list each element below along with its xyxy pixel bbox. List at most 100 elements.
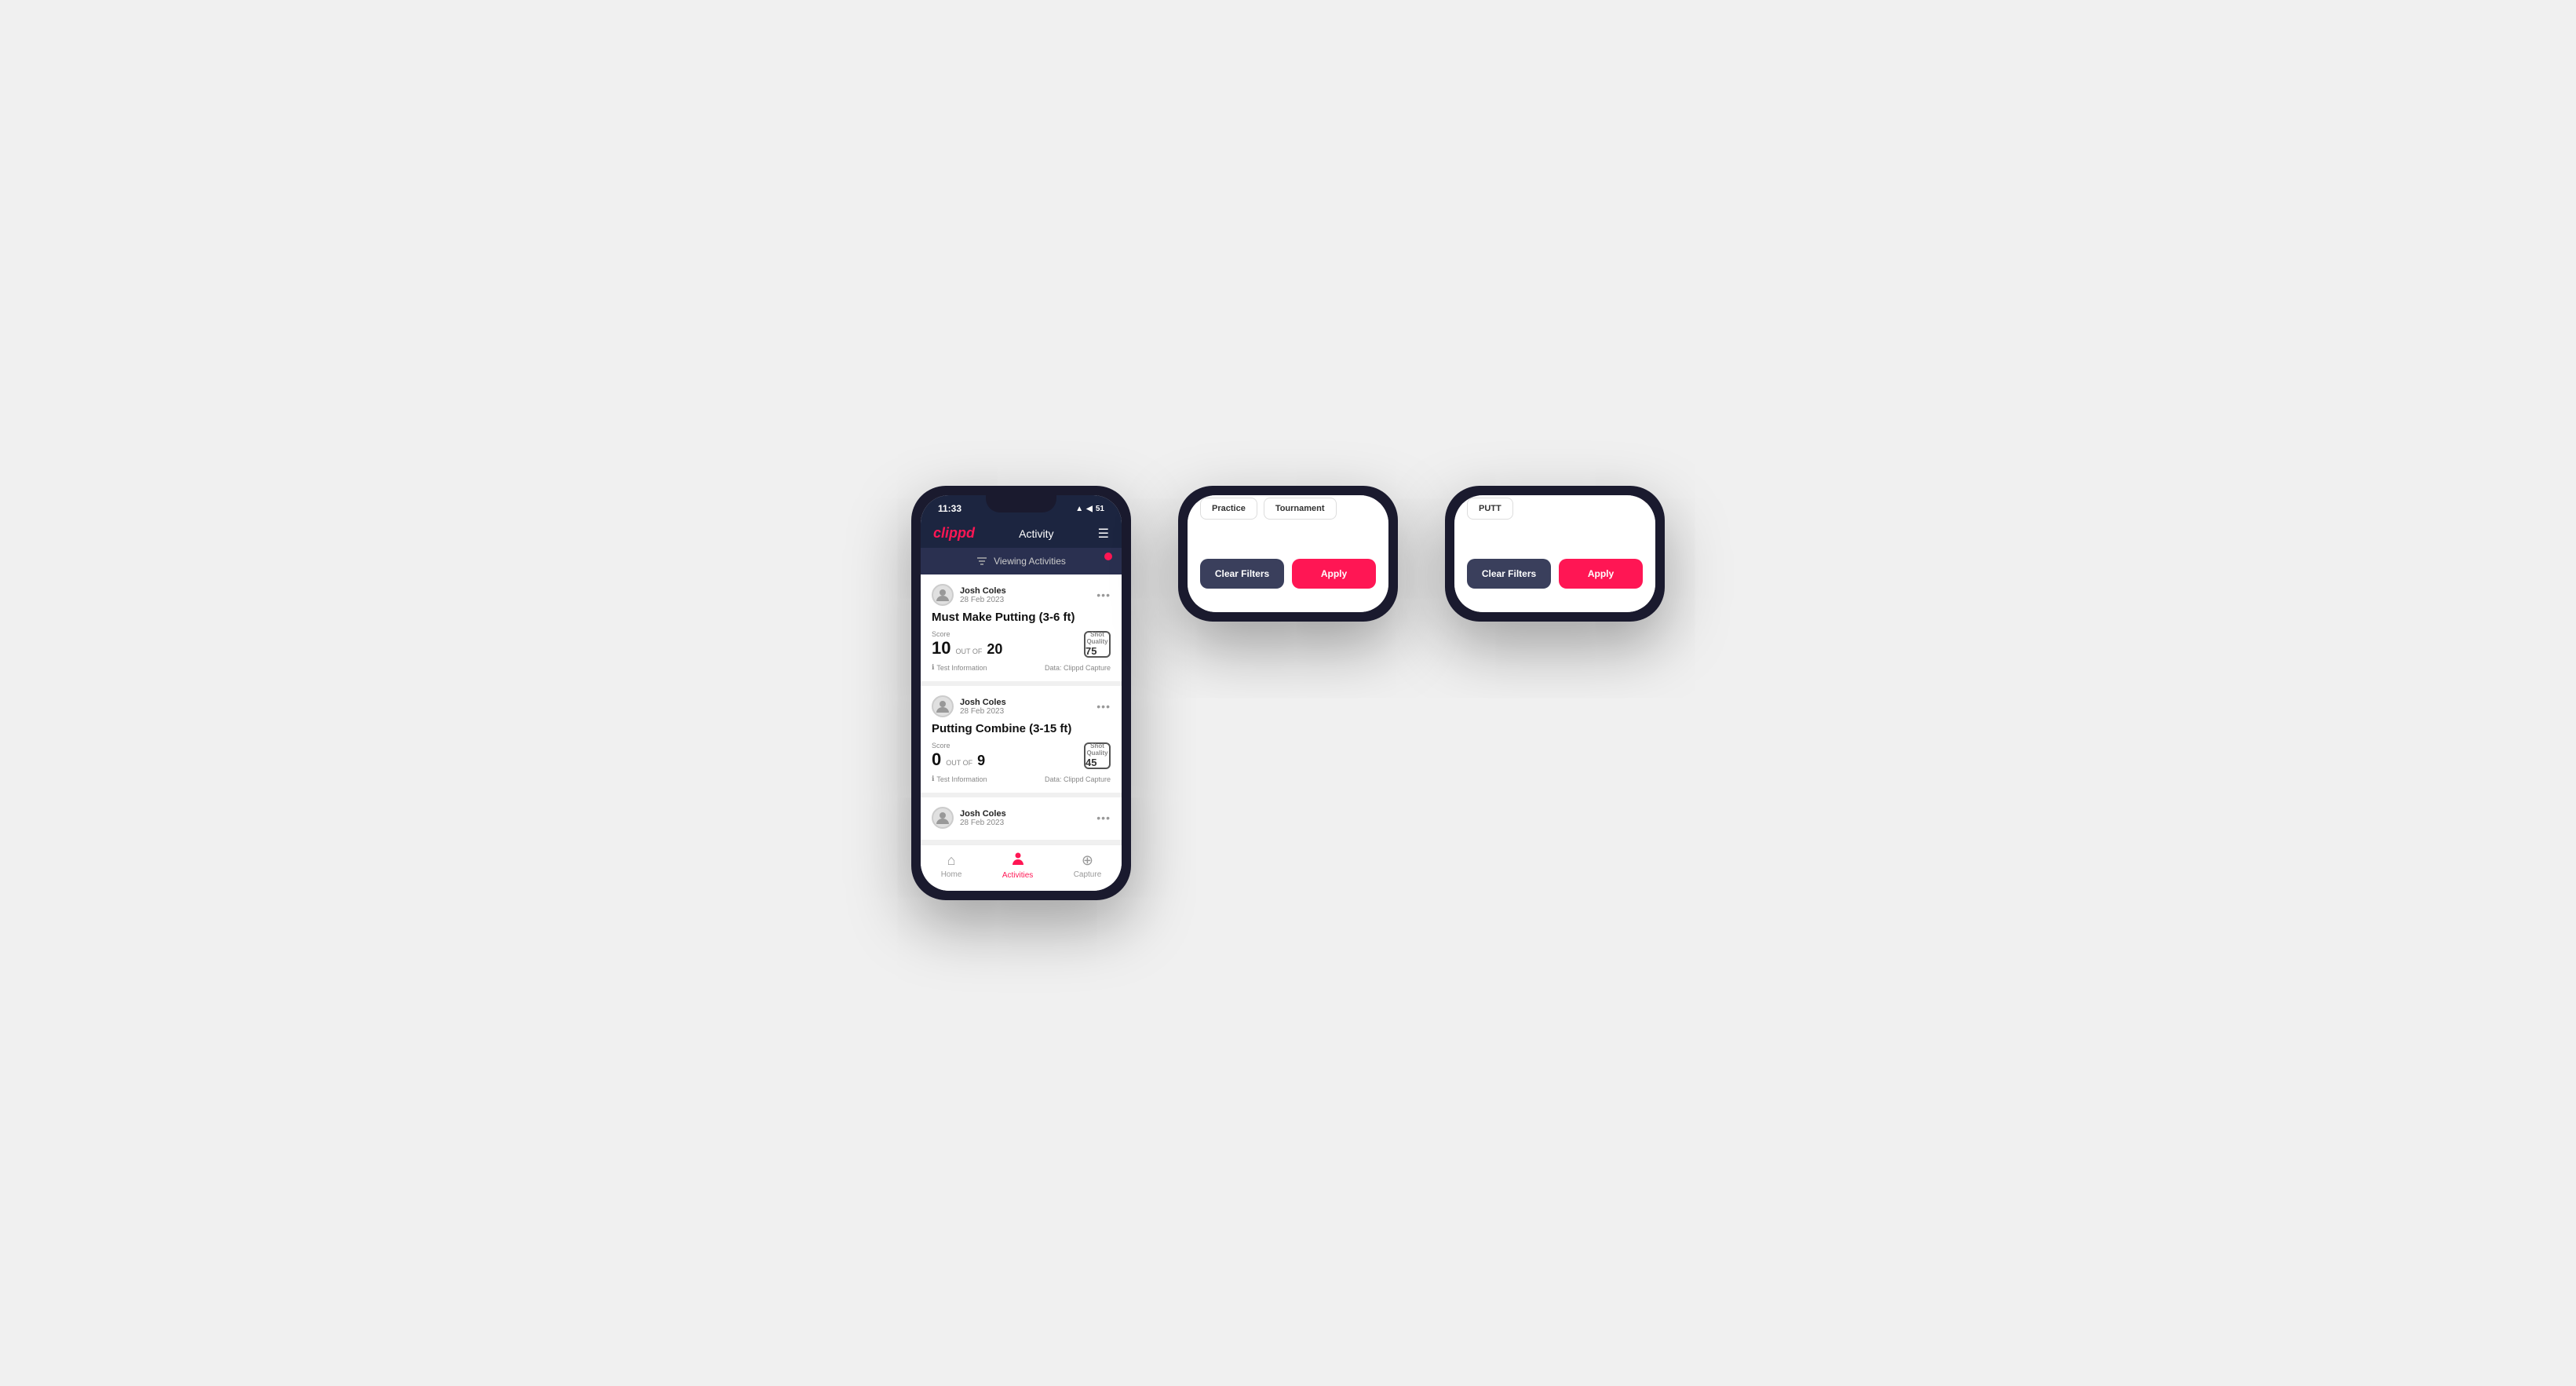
header-title-1: Activity xyxy=(1019,527,1053,540)
shot-quality-value-1: 75 xyxy=(1085,645,1109,657)
viewing-bar-1[interactable]: Viewing Activities xyxy=(921,548,1122,574)
score-section-1: Score 10 OUT OF 20 xyxy=(932,630,1002,658)
filter-body-3: Show Rounds Practice Drills Practice Dri… xyxy=(1454,495,1655,543)
out-of-2: OUT OF xyxy=(946,759,972,767)
phone-3: 11:33 ▲ ◀ 51 clippd Activity ☰ Viewing A… xyxy=(1445,486,1665,622)
phone-1-inner: 11:33 ▲ ◀ 51 clippd Activity ☰ xyxy=(921,495,1122,891)
test-info-text-1: Test Information xyxy=(936,664,987,672)
drill-type-buttons-3: OTT APP ARG PUTT xyxy=(1467,495,1643,520)
filter-sheet-3: Filter ✕ Show Rounds Practice Drills Pra… xyxy=(1454,495,1655,612)
apply-btn-2[interactable]: Apply xyxy=(1292,559,1376,589)
battery-icon: 51 xyxy=(1096,505,1104,513)
phone-2-inner: 11:33 ▲ ◀ 51 clippd Activity ☰ Viewing A… xyxy=(1188,495,1388,612)
activity-top-3: Josh Coles 28 Feb 2023 ••• xyxy=(932,807,1111,829)
activity-footer-1: ℹ Test Information Data: Clippd Capture xyxy=(932,663,1111,672)
capture-label-1: Capture xyxy=(1074,870,1102,879)
score-value-1: 10 xyxy=(932,638,950,658)
stats-row-1: Score 10 OUT OF 20 Shot Quality 75 xyxy=(932,630,1111,658)
test-info-2[interactable]: ℹ Test Information xyxy=(932,775,987,783)
user-name-3: Josh Coles xyxy=(960,809,1006,819)
putt-btn-3[interactable]: PUTT xyxy=(1467,498,1513,520)
home-label-1: Home xyxy=(941,870,962,879)
user-info-2: Josh Coles 28 Feb 2023 xyxy=(932,695,1006,717)
activity-footer-2: ℹ Test Information Data: Clippd Capture xyxy=(932,775,1111,783)
avatar-2 xyxy=(932,695,954,717)
score-value-2: 0 xyxy=(932,750,941,770)
bottom-nav-1: ⌂ Home Activities ⊕ Capture xyxy=(921,844,1122,891)
activity-item-3[interactable]: Josh Coles 28 Feb 2023 ••• xyxy=(921,797,1122,844)
practice-type-btn-2[interactable]: Practice xyxy=(1200,498,1257,520)
menu-icon-1[interactable]: ☰ xyxy=(1098,526,1109,542)
user-name-2: Josh Coles xyxy=(960,698,1006,707)
viewing-bar-text-1: Viewing Activities xyxy=(994,556,1066,567)
test-info-text-2: Test Information xyxy=(936,775,987,783)
filter-sheet-2: Filter ✕ Show Rounds Practice Drills Rou… xyxy=(1188,495,1388,612)
filter-body-2: Show Rounds Practice Drills Rounds Pract… xyxy=(1188,495,1388,543)
avatar-3 xyxy=(932,807,954,829)
total-value-1: 20 xyxy=(987,641,1002,658)
logo-1: clippd xyxy=(933,525,975,542)
data-source-1: Data: Clippd Capture xyxy=(1045,664,1111,672)
score-label-1: Score xyxy=(932,630,1002,638)
more-options-3[interactable]: ••• xyxy=(1096,812,1111,824)
notification-dot-1 xyxy=(1104,553,1112,560)
scene: 11:33 ▲ ◀ 51 clippd Activity ☰ xyxy=(864,439,1712,947)
user-details-1: Josh Coles 28 Feb 2023 xyxy=(960,586,1006,604)
shot-quality-value-2: 45 xyxy=(1085,757,1109,768)
more-options-2[interactable]: ••• xyxy=(1096,700,1111,713)
info-icon-1: ℹ xyxy=(932,663,934,672)
user-name-1: Josh Coles xyxy=(960,586,1006,596)
total-value-2: 9 xyxy=(977,753,985,769)
notch-1 xyxy=(986,495,1056,512)
out-of-1: OUT OF xyxy=(955,647,982,655)
status-icons-1: ▲ ◀ 51 xyxy=(1075,505,1104,513)
activity-list: Josh Coles 28 Feb 2023 ••• Must Make Put… xyxy=(921,574,1122,844)
avatar-1 xyxy=(932,584,954,606)
info-icon-2: ℹ xyxy=(932,775,934,783)
phone-2: 11:33 ▲ ◀ 51 clippd Activity ☰ Viewing A… xyxy=(1178,486,1398,622)
user-info-3: Josh Coles 28 Feb 2023 xyxy=(932,807,1006,829)
user-details-3: Josh Coles 28 Feb 2023 xyxy=(960,809,1006,827)
user-date-1: 28 Feb 2023 xyxy=(960,596,1006,604)
shot-quality-badge-2: Shot Quality 45 xyxy=(1084,742,1111,769)
shot-quality-badge-1: Shot Quality 75 xyxy=(1084,631,1111,658)
activity-top-2: Josh Coles 28 Feb 2023 ••• xyxy=(932,695,1111,717)
app-header-1: clippd Activity ☰ xyxy=(921,519,1122,548)
round-type-buttons-2: Practice Tournament xyxy=(1200,498,1376,520)
data-source-2: Data: Clippd Capture xyxy=(1045,775,1111,783)
nav-activities-1[interactable]: Activities xyxy=(1002,852,1033,880)
test-info-1[interactable]: ℹ Test Information xyxy=(932,663,987,672)
user-details-2: Josh Coles 28 Feb 2023 xyxy=(960,698,1006,716)
wifi-icon: ◀ xyxy=(1086,505,1093,513)
more-options-1[interactable]: ••• xyxy=(1096,589,1111,601)
activity-item-1[interactable]: Josh Coles 28 Feb 2023 ••• Must Make Put… xyxy=(921,574,1122,686)
nav-capture-1[interactable]: ⊕ Capture xyxy=(1074,852,1102,879)
activities-icon-1 xyxy=(1011,852,1025,870)
stats-row-2: Score 0 OUT OF 9 Shot Quality 45 xyxy=(932,742,1111,770)
phone-1: 11:33 ▲ ◀ 51 clippd Activity ☰ xyxy=(911,486,1131,900)
score-label-2: Score xyxy=(932,742,985,750)
filter-footer-2: Clear Filters Apply xyxy=(1188,559,1388,589)
nav-home-1[interactable]: ⌂ Home xyxy=(941,852,962,879)
status-time-1: 11:33 xyxy=(938,503,961,514)
activity-item-2[interactable]: Josh Coles 28 Feb 2023 ••• Putting Combi… xyxy=(921,686,1122,797)
activity-title-1: Must Make Putting (3-6 ft) xyxy=(932,611,1111,624)
score-section-2: Score 0 OUT OF 9 xyxy=(932,742,985,770)
clear-filters-btn-2[interactable]: Clear Filters xyxy=(1200,559,1284,589)
activity-top-1: Josh Coles 28 Feb 2023 ••• xyxy=(932,584,1111,606)
user-info-1: Josh Coles 28 Feb 2023 xyxy=(932,584,1006,606)
activity-title-2: Putting Combine (3-15 ft) xyxy=(932,722,1111,735)
activities-label-1: Activities xyxy=(1002,871,1033,880)
tournament-btn-2[interactable]: Tournament xyxy=(1264,498,1337,520)
user-date-2: 28 Feb 2023 xyxy=(960,707,1006,716)
shot-quality-label-1: Shot Quality xyxy=(1085,631,1109,645)
apply-btn-3[interactable]: Apply xyxy=(1559,559,1643,589)
home-icon-1: ⌂ xyxy=(947,852,956,869)
phone-3-inner: 11:33 ▲ ◀ 51 clippd Activity ☰ Viewing A… xyxy=(1454,495,1655,612)
clear-filters-btn-3[interactable]: Clear Filters xyxy=(1467,559,1551,589)
signal-icon: ▲ xyxy=(1075,505,1083,513)
user-date-3: 28 Feb 2023 xyxy=(960,819,1006,827)
capture-icon-1: ⊕ xyxy=(1082,852,1093,869)
filter-icon-1 xyxy=(976,556,987,567)
shot-quality-label-2: Shot Quality xyxy=(1085,742,1109,757)
